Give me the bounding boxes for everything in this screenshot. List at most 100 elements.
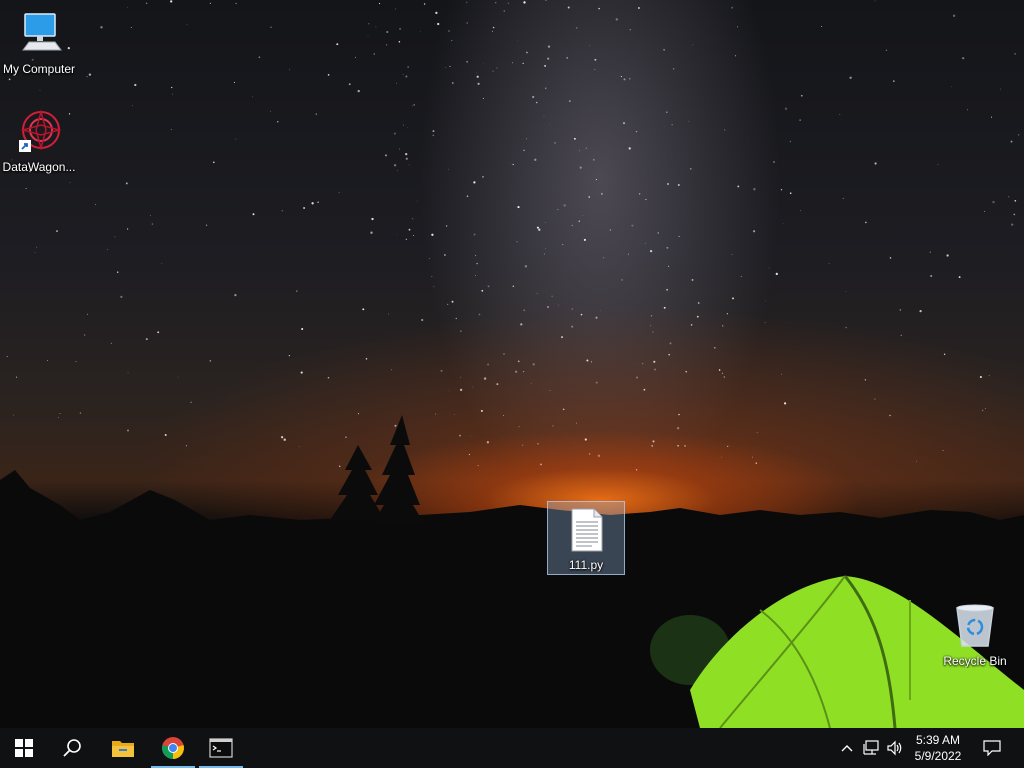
- search-button[interactable]: [48, 728, 96, 768]
- star: [545, 87, 547, 89]
- star: [874, 0, 876, 2]
- star: [937, 164, 939, 165]
- star: [621, 278, 624, 281]
- star: [628, 77, 631, 80]
- star: [233, 81, 236, 83]
- star: [691, 278, 694, 281]
- my-computer-icon-tile[interactable]: My Computer: [1, 10, 77, 76]
- star: [657, 232, 659, 234]
- star: [638, 193, 641, 195]
- star: [473, 233, 476, 236]
- star: [594, 58, 597, 61]
- star: [582, 215, 584, 216]
- star: [106, 249, 108, 250]
- star: [36, 246, 38, 248]
- star: [540, 463, 542, 466]
- star: [697, 302, 700, 304]
- network-button[interactable]: [860, 728, 882, 768]
- star: [407, 66, 409, 68]
- recycle-bin-label: Recycle Bin: [943, 654, 1007, 668]
- star: [503, 353, 505, 355]
- star: [753, 230, 756, 233]
- star: [177, 376, 179, 378]
- star: [444, 254, 446, 256]
- star: [13, 414, 15, 416]
- star: [95, 204, 96, 206]
- star: [668, 265, 670, 267]
- star: [213, 161, 215, 164]
- action-center-button[interactable]: [978, 728, 1006, 768]
- chrome-taskbar-button[interactable]: [149, 728, 197, 768]
- star: [740, 275, 742, 278]
- star: [713, 346, 716, 349]
- star: [496, 383, 499, 386]
- volume-button[interactable]: [884, 728, 906, 768]
- star: [678, 413, 680, 416]
- star: [671, 124, 673, 126]
- star: [523, 1, 526, 4]
- star: [110, 342, 112, 344]
- star: [598, 7, 600, 10]
- star: [289, 69, 291, 71]
- star: [58, 417, 59, 418]
- star: [544, 247, 546, 249]
- star: [649, 249, 653, 253]
- star: [889, 257, 892, 259]
- star: [828, 263, 830, 264]
- star: [368, 23, 370, 25]
- star: [579, 150, 580, 152]
- star: [205, 224, 208, 226]
- star: [412, 105, 414, 107]
- star: [281, 210, 283, 212]
- star: [483, 377, 487, 380]
- star: [34, 252, 36, 254]
- star: [627, 253, 629, 255]
- star: [692, 44, 694, 46]
- star: [958, 276, 961, 279]
- star: [357, 89, 360, 93]
- star: [696, 315, 699, 318]
- star: [652, 331, 654, 333]
- recycle-bin-tile[interactable]: Recycle Bin: [937, 602, 1013, 668]
- star: [517, 40, 519, 41]
- file-111-py-tile[interactable]: 111.py: [547, 501, 625, 575]
- star: [512, 285, 515, 288]
- start-button[interactable]: [0, 728, 48, 768]
- star: [773, 161, 775, 163]
- star: [451, 300, 454, 303]
- star: [991, 116, 992, 118]
- file-explorer-taskbar-button[interactable]: [99, 728, 147, 768]
- show-hidden-icons-button[interactable]: [838, 728, 856, 768]
- star: [586, 359, 589, 362]
- star: [473, 181, 476, 184]
- star: [164, 433, 167, 437]
- pine-tree-right: [372, 415, 425, 525]
- star: [476, 262, 478, 265]
- star: [373, 53, 375, 55]
- star: [151, 223, 154, 225]
- star: [466, 22, 468, 24]
- star: [652, 440, 655, 443]
- wallpaper: [0, 0, 1024, 728]
- star: [864, 379, 867, 381]
- star: [451, 82, 454, 84]
- star: [502, 415, 504, 416]
- datawagon-shortcut-tile[interactable]: DataWagon...: [1, 108, 77, 174]
- star: [398, 41, 401, 43]
- star: [899, 309, 902, 311]
- star: [517, 206, 520, 209]
- terminal-taskbar-button[interactable]: [197, 728, 245, 768]
- star: [522, 444, 524, 446]
- star: [721, 372, 723, 374]
- star: [576, 422, 577, 424]
- desktop-background: My Computer DataWagon... 111.py Recycle …: [0, 0, 1024, 728]
- star: [460, 330, 462, 332]
- star: [631, 224, 634, 227]
- star: [726, 313, 729, 315]
- star: [654, 368, 657, 371]
- star: [397, 170, 399, 171]
- star: [566, 57, 569, 59]
- star: [405, 157, 408, 160]
- star: [209, 360, 212, 362]
- clock[interactable]: 5:39 AM 5/9/2022: [904, 732, 972, 764]
